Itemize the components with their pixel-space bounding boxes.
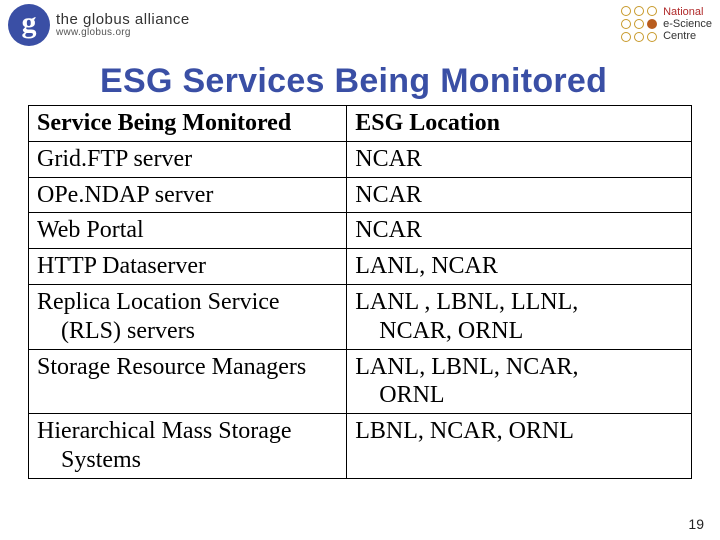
th-location: ESG Location	[347, 106, 692, 142]
cell-service: Storage Resource Managers	[29, 349, 347, 414]
nesc-dots-icon	[621, 6, 657, 42]
nesc-line2: e-Science	[663, 18, 712, 30]
slide: the globus alliance www.globus.org Natio…	[0, 0, 720, 540]
globus-g-icon	[8, 4, 50, 46]
cell-location: LBNL, NCAR, ORNL	[347, 414, 692, 479]
cell-service: HTTP Dataserver	[29, 249, 347, 285]
table-row: Hierarchical Mass StorageSystems LBNL, N…	[29, 414, 692, 479]
cell-location: LANL, NCAR	[347, 249, 692, 285]
cell-location: NCAR	[347, 177, 692, 213]
slide-number: 19	[688, 516, 704, 532]
cell-location: LANL, LBNL, NCAR,ORNL	[347, 349, 692, 414]
cell-service: OPe.NDAP server	[29, 177, 347, 213]
cell-service: Web Portal	[29, 213, 347, 249]
table-header-row: Service Being Monitored ESG Location	[29, 106, 692, 142]
globus-url: www.globus.org	[56, 28, 190, 39]
nesc-line1: National	[663, 6, 703, 18]
header: the globus alliance www.globus.org Natio…	[0, 0, 720, 64]
nesc-text: National e-Science Centre	[663, 6, 712, 42]
cell-service: Grid.FTP server	[29, 141, 347, 177]
globus-text: the globus alliance www.globus.org	[56, 12, 190, 38]
table-row: Grid.FTP server NCAR	[29, 141, 692, 177]
table-row: OPe.NDAP server NCAR	[29, 177, 692, 213]
globus-title: the globus alliance	[56, 12, 190, 28]
cell-service: Replica Location Service(RLS) servers	[29, 284, 347, 349]
table-wrap: Service Being Monitored ESG Location Gri…	[0, 105, 720, 479]
th-service: Service Being Monitored	[29, 106, 347, 142]
nesc-line3: Centre	[663, 30, 696, 42]
cell-location: NCAR	[347, 213, 692, 249]
services-table: Service Being Monitored ESG Location Gri…	[28, 105, 692, 479]
globus-logo: the globus alliance www.globus.org	[8, 4, 190, 46]
cell-location: LANL , LBNL, LLNL,NCAR, ORNL	[347, 284, 692, 349]
cell-location: NCAR	[347, 141, 692, 177]
table-row: HTTP Dataserver LANL, NCAR	[29, 249, 692, 285]
cell-service: Hierarchical Mass StorageSystems	[29, 414, 347, 479]
page-title: ESG Services Being Monitored	[0, 62, 720, 101]
table-row: Web Portal NCAR	[29, 213, 692, 249]
nesc-logo: National e-Science Centre	[621, 4, 712, 42]
table-row: Replica Location Service(RLS) servers LA…	[29, 284, 692, 349]
table-row: Storage Resource Managers LANL, LBNL, NC…	[29, 349, 692, 414]
